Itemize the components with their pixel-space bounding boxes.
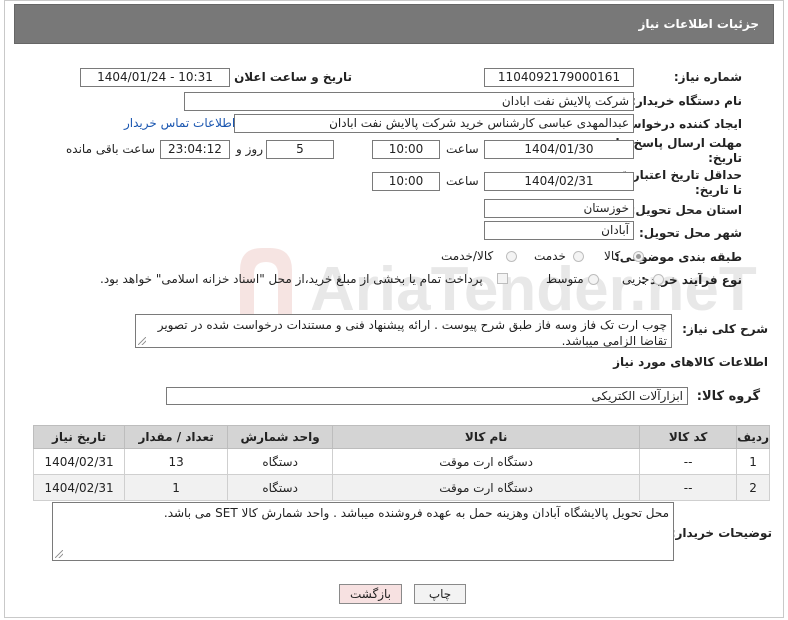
description-textarea[interactable]: چوب ارت تک فاز وسه فاز طبق شرح پیوست . ا…: [135, 314, 672, 348]
cell-unit: دستگاه: [227, 448, 334, 475]
resize-grip-icon[interactable]: [138, 337, 146, 345]
treasury-payment-checkbox[interactable]: [497, 273, 508, 284]
col-header-unit: واحد شمارش: [227, 425, 334, 449]
goods-group-label: گروه کالا:: [696, 389, 760, 404]
category-goods-label: کالا: [604, 249, 621, 263]
province-label: استان محل تحویل:: [630, 203, 742, 217]
announce-field: 1404/01/24 - 10:31: [80, 68, 230, 87]
description-text: چوب ارت تک فاز وسه فاز طبق شرح پیوست . ا…: [157, 318, 667, 348]
need-number-field: 1104092179000161: [484, 68, 634, 87]
process-minor-radio[interactable]: [653, 274, 664, 285]
price-validity-label-2: تا تاریخ:: [694, 183, 742, 197]
days-field: 5: [266, 140, 334, 159]
table-header-row: ردیف کد کالا نام کالا واحد شمارش تعداد /…: [32, 425, 770, 449]
city-label: شهر محل تحویل:: [638, 226, 742, 240]
category-service-radio[interactable]: [573, 251, 584, 262]
cell-item-name: دستگاه ارت موقت: [332, 474, 641, 501]
process-medium-label: متوسط: [546, 272, 584, 286]
category-goods-service-radio[interactable]: [506, 251, 517, 262]
table-row[interactable]: 2 -- دستگاه ارت موقت دستگاه 1 1404/02/31: [32, 474, 770, 501]
cell-item-code: --: [639, 474, 738, 501]
cell-need-date: 1404/02/31: [32, 474, 126, 501]
city-field: آبادان: [484, 221, 634, 240]
page-title: جزئیات اطلاعات نیاز: [638, 17, 759, 31]
reply-deadline-label: مهلت ارسال پاسخ: تا: [615, 136, 743, 150]
cell-need-date: 1404/02/31: [32, 448, 126, 475]
col-header-need-date: تاریخ نیاز: [32, 425, 126, 449]
buyer-notes-label: توضیحات خریدار:: [670, 526, 772, 540]
price-time-label: ساعت: [446, 174, 479, 188]
process-medium-radio[interactable]: [588, 274, 599, 285]
province-field: خوزستان: [484, 199, 634, 218]
category-service-label: خدمت: [534, 249, 566, 263]
price-time-field: 10:00: [372, 172, 440, 191]
page-header: جزئیات اطلاعات نیاز: [14, 4, 774, 44]
creator-field: عبدالمهدی عباسی کارشناس خرید شرکت پالایش…: [234, 114, 634, 133]
back-button[interactable]: بازگشت: [339, 584, 402, 604]
items-table: ردیف کد کالا نام کالا واحد شمارش تعداد /…: [32, 425, 770, 501]
process-minor-label: جزیی: [622, 272, 650, 286]
contact-info-link[interactable]: اطلاعات تماس خریدار: [124, 116, 235, 130]
reply-time-field: 10:00: [372, 140, 440, 159]
cell-quantity: 1: [124, 474, 229, 501]
buyer-notes-textarea[interactable]: محل تحویل پالایشگاه آبادان وهزینه حمل به…: [52, 502, 674, 561]
treasury-payment-note: پرداخت تمام یا بخشی از مبلغ خرید،از محل …: [100, 272, 483, 286]
col-header-quantity: تعداد / مقدار: [124, 425, 229, 449]
category-goods-service-label: کالا/خدمت: [441, 249, 494, 263]
col-header-item-code: کد کالا: [639, 425, 738, 449]
category-goods-radio[interactable]: [633, 251, 644, 262]
col-header-row-number: ردیف: [736, 425, 770, 449]
resize-grip-icon[interactable]: [55, 550, 63, 558]
remaining-time-label: ساعت باقی مانده: [66, 142, 156, 156]
remaining-time-field: 23:04:12: [160, 140, 230, 159]
cell-row-number: 2: [736, 474, 770, 501]
reply-deadline-label-2: تاریخ:: [708, 151, 742, 165]
col-header-item-name: نام کالا: [332, 425, 641, 449]
cell-unit: دستگاه: [227, 474, 334, 501]
buyer-notes-text: محل تحویل پالایشگاه آبادان وهزینه حمل به…: [163, 506, 669, 520]
description-label: شرح کلی نیاز:: [682, 322, 768, 336]
days-label: روز و: [236, 142, 263, 156]
reply-date-field: 1404/01/30: [484, 140, 634, 159]
price-date-field: 1404/02/31: [484, 172, 634, 191]
need-number-label: شماره نیاز:: [673, 70, 742, 84]
cell-quantity: 13: [124, 448, 229, 475]
cell-item-name: دستگاه ارت موقت: [332, 448, 641, 475]
goods-group-field: ابزارآلات الکتریکی: [166, 387, 688, 405]
reply-time-label: ساعت: [446, 142, 479, 156]
table-row[interactable]: 1 -- دستگاه ارت موقت دستگاه 13 1404/02/3…: [32, 448, 770, 475]
print-button[interactable]: چاپ: [414, 584, 466, 604]
cell-row-number: 1: [736, 448, 770, 475]
cell-item-code: --: [639, 448, 738, 475]
buyer-org-field: شرکت پالایش نفت ابادان: [184, 92, 634, 111]
buyer-org-label: نام دستگاه خریدار:: [631, 94, 742, 108]
goods-info-title: اطلاعات کالاهای مورد نیاز: [613, 355, 768, 369]
